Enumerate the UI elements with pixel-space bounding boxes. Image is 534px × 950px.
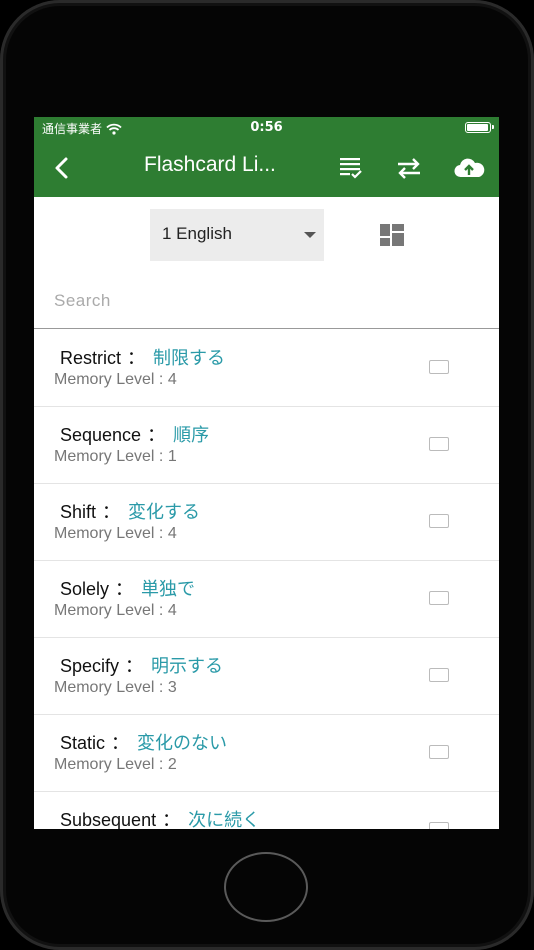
card-term: Shift： 変化する — [60, 498, 200, 524]
list-item[interactable]: Shift： 変化する Memory Level : 4 — [34, 484, 499, 561]
card-word: Static — [60, 733, 106, 753]
select-checkbox[interactable] — [429, 437, 449, 451]
search-input[interactable] — [52, 287, 476, 315]
cloud-upload-icon[interactable] — [453, 153, 485, 183]
card-term: Restrict： 制限する — [60, 344, 225, 370]
card-word: Restrict — [60, 348, 122, 368]
list-item[interactable]: Restrict： 制限する Memory Level : 4 — [34, 330, 499, 407]
memory-level: Memory Level : 1 — [54, 448, 177, 465]
select-checkbox[interactable] — [429, 591, 449, 605]
deck-dropdown-value: 1 English — [162, 224, 232, 243]
dashboard-icon[interactable] — [380, 224, 404, 246]
term-separator: ： — [147, 425, 166, 445]
card-term: Static： 変化のない — [60, 729, 227, 755]
card-meaning: 単独で — [141, 579, 196, 599]
chevron-down-icon — [304, 232, 316, 238]
card-word: Shift — [60, 502, 97, 522]
term-separator: ： — [125, 656, 144, 676]
memory-level: Memory Level : 2 — [54, 756, 177, 773]
card-meaning: 制限する — [153, 348, 226, 368]
term-separator: ： — [111, 733, 130, 753]
list-item[interactable]: Subsequent ： 次に続く — [34, 792, 499, 829]
app-screen: 通信事業者 0:56 Flashcard Li... 1 English Sea… — [34, 117, 499, 829]
card-meaning: 変化のない — [137, 733, 228, 753]
phone-frame: 通信事業者 0:56 Flashcard Li... 1 English Sea… — [0, 0, 534, 950]
select-checkbox[interactable] — [429, 668, 449, 682]
card-meaning: 次に続く — [188, 810, 261, 829]
list-check-icon[interactable] — [336, 153, 366, 183]
card-term: Subsequent ： 次に続く — [60, 806, 260, 829]
flashcard-list: Restrict：制限する Memory Level : 4 Sequence：… — [34, 330, 499, 829]
term-separator: ： — [162, 810, 181, 829]
term-separator: ： — [127, 348, 146, 368]
card-word: Specify — [60, 656, 120, 676]
card-meaning: 明示する — [151, 656, 224, 676]
card-term: Specify： 明示する — [60, 652, 223, 678]
select-checkbox[interactable] — [429, 514, 449, 528]
swap-icon[interactable] — [394, 153, 424, 183]
card-meaning: 順序 — [173, 425, 210, 445]
card-term: Solely： 単独で — [60, 575, 195, 601]
memory-level: Memory Level : 4 — [54, 602, 177, 619]
list-item[interactable]: Sequence： 順序 Memory Level : 1 — [34, 407, 499, 484]
clock: 0:56 — [250, 120, 283, 135]
search-bar — [34, 277, 499, 329]
memory-level: Memory Level : 4 — [54, 371, 177, 388]
page-title: Flashcard Li... — [144, 153, 276, 176]
list-item[interactable]: Solely： 単独で Memory Level : 4 — [34, 561, 499, 638]
card-word: Sequence — [60, 425, 142, 445]
card-word: Subsequent — [60, 810, 157, 829]
term-separator: ： — [102, 502, 121, 522]
select-checkbox[interactable] — [429, 822, 449, 829]
home-button[interactable] — [224, 852, 308, 922]
select-checkbox[interactable] — [429, 745, 449, 759]
back-icon[interactable] — [48, 153, 76, 183]
memory-level: Memory Level : 4 — [54, 525, 177, 542]
card-term: Sequence： 順序 — [60, 421, 209, 447]
selector-row: 1 English — [34, 197, 499, 277]
list-item[interactable]: Specify： 明示する Memory Level : 3 — [34, 638, 499, 715]
card-meaning: 変化する — [128, 502, 201, 522]
status-bar: 通信事業者 0:56 — [34, 117, 499, 139]
card-word: Solely — [60, 579, 110, 599]
select-checkbox[interactable] — [429, 360, 449, 374]
list-item[interactable]: Static： 変化のない Memory Level : 2 — [34, 715, 499, 792]
term-separator: ： — [115, 579, 134, 599]
app-bar: Flashcard Li... — [34, 139, 499, 197]
battery-icon — [465, 122, 494, 133]
deck-dropdown[interactable]: 1 English — [150, 209, 324, 261]
memory-level: Memory Level : 3 — [54, 679, 177, 696]
